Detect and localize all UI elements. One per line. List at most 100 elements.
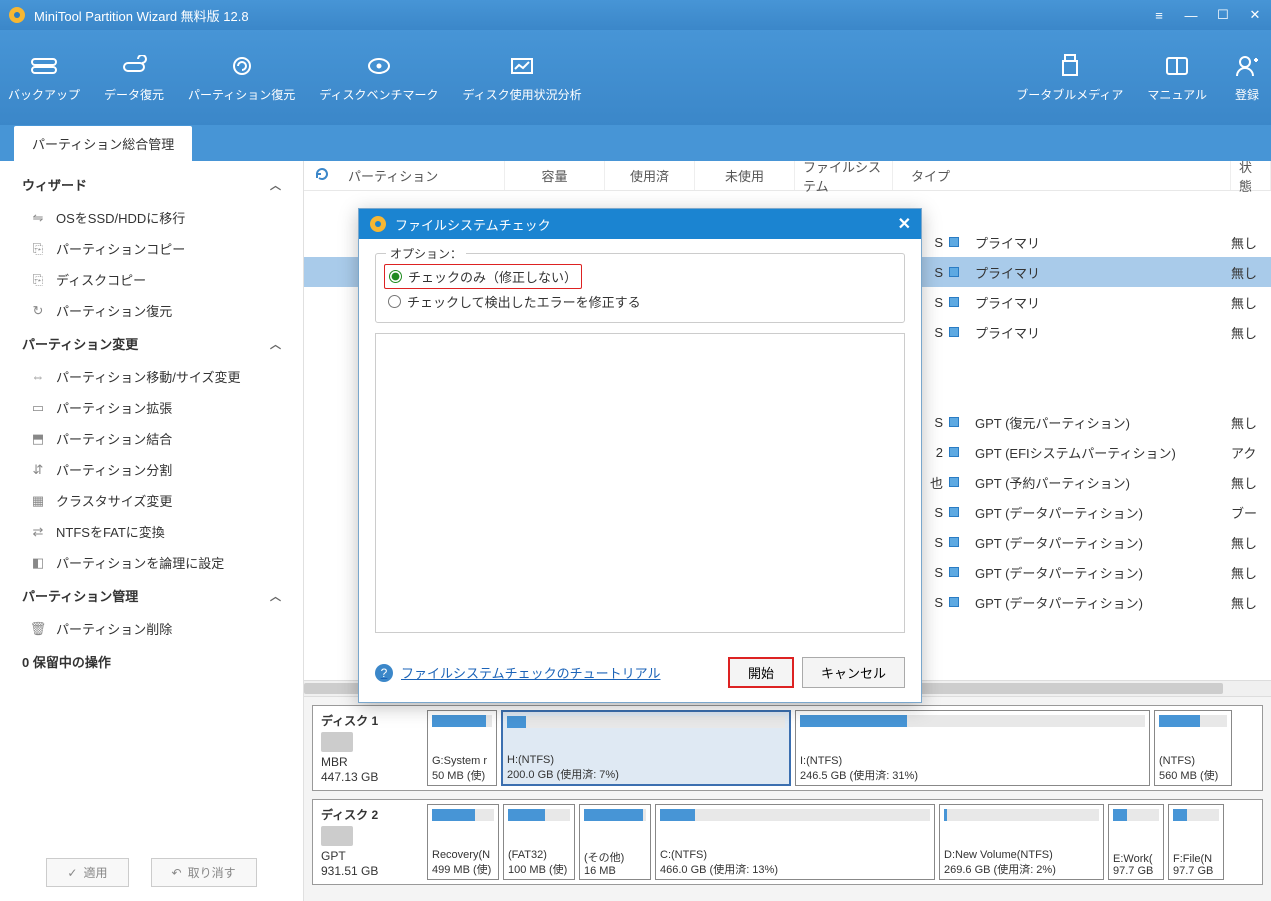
sidebar-item-partition-copy[interactable]: ⎘パーティションコピー [0,233,303,264]
ribbon-backup[interactable]: バックアップ [8,52,80,103]
col-used[interactable]: 使用済 [605,161,695,190]
partition-color-icon [949,567,959,577]
cancel-button[interactable]: キャンセル [802,657,905,688]
minimize-button[interactable]: — [1183,7,1199,23]
menu-icon[interactable]: ≡ [1151,7,1167,23]
partition-color-icon [949,297,959,307]
disk-icon [321,732,353,752]
disk-icon [321,826,353,846]
sidebar-item-ntfs-fat[interactable]: ⇄NTFSをFATに変換 [0,516,303,547]
chevron-up-icon: ︿ [270,588,281,604]
sidebar-item-extend[interactable]: ▭パーティション拡張 [0,392,303,423]
partition-box[interactable]: (FAT32)100 MB (使) [503,804,575,880]
undo-icon: ↶ [172,866,182,880]
sidebar-group-change[interactable]: パーティション変更 ︿ [0,326,303,361]
disk-copy-icon: ⎘ [30,272,46,288]
sidebar-item-migrate-os[interactable]: ⇋OSをSSD/HDDに移行 [0,202,303,233]
merge-icon: ⬒ [30,431,46,447]
recovery-icon: ↻ [30,303,46,319]
sidebar-item-disk-copy[interactable]: ⎘ディスクコピー [0,264,303,295]
logical-icon: ◧ [30,555,46,571]
sidebar-item-delete[interactable]: 🗑パーティション削除 [0,613,303,644]
partition-box[interactable]: C:(NTFS)466.0 GB (使用済: 13%) [655,804,935,880]
options-fieldset: オプション： チェックのみ（修正しない） チェックして検出したエラーを修正する [375,253,905,323]
sidebar-item-cluster[interactable]: ▦クラスタサイズ変更 [0,485,303,516]
partition-box[interactable]: H:(NTFS)200.0 GB (使用済: 7%) [501,710,791,786]
col-capacity[interactable]: 容量 [505,161,605,190]
partition-recovery-icon [226,52,258,80]
diskmap-disk1: ディスク 1 MBR 447.13 GB G:System r50 MB (使)… [312,705,1263,791]
ribbon-partition-recovery[interactable]: パーティション復元 [188,52,295,103]
radio-check-only[interactable]: チェックのみ（修正しない） [384,264,582,289]
ribbon-toolbar: バックアップ データ復元 パーティション復元 ディスクベンチマーク ディスク使用… [0,30,1271,125]
help-link[interactable]: ? ファイルシステムチェックのチュートリアル [375,663,660,682]
partition-color-icon [949,597,959,607]
dialog-titlebar: ファイルシステムチェック ✕ [359,209,921,239]
resize-icon: ⇔ [30,369,46,385]
titlebar: MiniTool Partition Wizard 無料版 12.8 ≡ — ☐… [0,0,1271,30]
filesystem-check-dialog: ファイルシステムチェック ✕ オプション： チェックのみ（修正しない） チェック… [358,208,922,703]
pending-operations: 0 保留中の操作 [0,644,303,679]
disk-usage-icon [506,52,538,80]
partition-box[interactable]: (その他)16 MB [579,804,651,880]
partition-box[interactable]: D:New Volume(NTFS)269.6 GB (使用済: 2%) [939,804,1104,880]
backup-icon [28,52,60,80]
migrate-icon: ⇋ [30,210,46,226]
usb-icon [1054,52,1086,80]
undo-button[interactable]: ↶取り消す [151,858,257,887]
col-partition[interactable]: パーティション [340,161,505,190]
apply-button[interactable]: ✓適用 [46,858,128,887]
col-status[interactable]: 状態 [1231,161,1271,190]
convert-icon: ⇄ [30,524,46,540]
chevron-up-icon: ︿ [270,177,281,193]
partition-box[interactable]: E:Work(97.7 GB [1108,804,1164,880]
partition-color-icon [949,477,959,487]
ribbon-data-recovery[interactable]: データ復元 [104,52,164,103]
sidebar-item-move-resize[interactable]: ⇔パーティション移動/サイズ変更 [0,361,303,392]
partition-color-icon [949,327,959,337]
partition-box[interactable]: (NTFS)560 MB (使) [1154,710,1232,786]
col-type[interactable]: タイプ [893,161,1231,190]
data-recovery-icon [118,52,150,80]
ribbon-manual[interactable]: マニュアル [1147,52,1207,103]
ribbon-disk-usage[interactable]: ディスク使用状況分析 [462,52,581,103]
ribbon-bootable-media[interactable]: ブータブルメディア [1016,52,1123,103]
sidebar-item-set-logical[interactable]: ◧パーティションを論理に設定 [0,547,303,578]
partition-color-icon [949,417,959,427]
sidebar-item-partition-recovery[interactable]: ↻パーティション復元 [0,295,303,326]
ribbon-disk-benchmark[interactable]: ディスクベンチマーク [319,52,438,103]
partition-box[interactable]: I:(NTFS)246.5 GB (使用済: 31%) [795,710,1150,786]
start-button[interactable]: 開始 [728,657,794,688]
disk2-label: ディスク 2 GPT 931.51 GB [313,800,423,884]
sidebar-item-merge[interactable]: ⬒パーティション結合 [0,423,303,454]
ribbon-register[interactable]: 登録 [1231,52,1263,103]
dialog-close-button[interactable]: ✕ [898,214,911,234]
partition-box[interactable]: G:System r50 MB (使) [427,710,497,786]
check-icon: ✓ [67,866,77,880]
maximize-button[interactable]: ☐ [1215,7,1231,23]
user-plus-icon [1231,52,1263,80]
disk1-label: ディスク 1 MBR 447.13 GB [313,706,423,790]
col-unused[interactable]: 未使用 [695,161,795,190]
split-icon: ⇵ [30,462,46,478]
close-button[interactable]: ✕ [1247,7,1263,23]
app-title: MiniTool Partition Wizard 無料版 12.8 [34,6,1151,25]
partition-color-icon [949,537,959,547]
radio-check-fix-input[interactable] [388,295,401,308]
help-icon: ? [375,664,393,682]
benchmark-icon [363,52,395,80]
book-icon [1161,52,1193,80]
partition-box[interactable]: Recovery(N499 MB (使) [427,804,499,880]
radio-check-fix[interactable]: チェックして検出したエラーを修正する [384,289,896,314]
col-fs[interactable]: ファイルシステム [795,161,893,190]
refresh-button[interactable] [304,166,340,185]
tab-partition-management[interactable]: パーティション総合管理 [14,126,192,161]
sidebar-item-split[interactable]: ⇵パーティション分割 [0,454,303,485]
radio-check-only-input[interactable] [389,270,402,283]
partition-color-icon [949,447,959,457]
sidebar-group-manage[interactable]: パーティション管理 ︿ [0,578,303,613]
partition-box[interactable]: F:File(N97.7 GB [1168,804,1224,880]
sidebar-group-wizard[interactable]: ウィザード ︿ [0,167,303,202]
partition-color-icon [949,237,959,247]
options-legend: オプション： [386,245,466,262]
